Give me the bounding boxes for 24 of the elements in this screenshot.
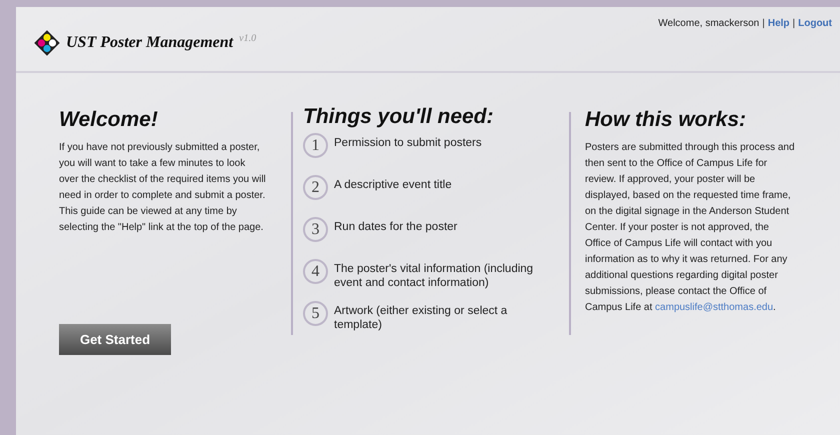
welcome-paragraph: If you have not previously submitted a poster, you will want to take a few minutes to look over the checklist of the required items you will need in order to complete and submit a poster. This guide can be viewed at any time by selecting the "Help" link at the top of the page.: [59, 141, 267, 235]
version-label: v1.0: [239, 32, 256, 46]
step-text: Permission to submit posters: [334, 136, 483, 151]
step-number: 5: [303, 301, 328, 326]
get-started-button[interactable]: Get Started: [59, 324, 171, 355]
step-number: 1: [303, 133, 328, 158]
welcome-user-text: Welcome, smackerson: [658, 17, 760, 31]
section-heading: How this works:: [585, 109, 748, 130]
step-text: Run dates for the poster: [334, 220, 458, 235]
section-heading: Welcome!: [59, 109, 159, 130]
app-title: UST Poster Management: [66, 33, 234, 53]
section-heading: Things you'll need:: [303, 106, 494, 127]
step-number: 3: [303, 217, 328, 242]
separator: |: [762, 17, 765, 31]
how-it-works-paragraph: Posters are submitted through this process and then sent to the Office of Campus Life for review. If approved, your poster will be displayed, based on the requested time frame, on the digital signage in the Anderson Student Center. If your poster is not approved, the Office of Campus Life will contact with you information as to why it was returned. For any additional questions regarding digital poster submissions, please contact the Office of Campus Life at campuslife@stthomas.edu.: [585, 141, 796, 315]
step-text: The poster's vital information (including event and contact information): [334, 262, 534, 291]
header-link[interactable]: Help: [768, 16, 790, 31]
separator: |: [792, 17, 796, 31]
step-number: 4: [303, 259, 328, 284]
step-text: A descriptive event title: [334, 178, 453, 193]
step-text: Artwork (either existing or select a template): [334, 304, 508, 333]
step-number: 2: [303, 175, 328, 200]
header-link[interactable]: Logout: [798, 16, 832, 31]
email-link[interactable]: campuslife@stthomas.edu: [655, 302, 774, 313]
